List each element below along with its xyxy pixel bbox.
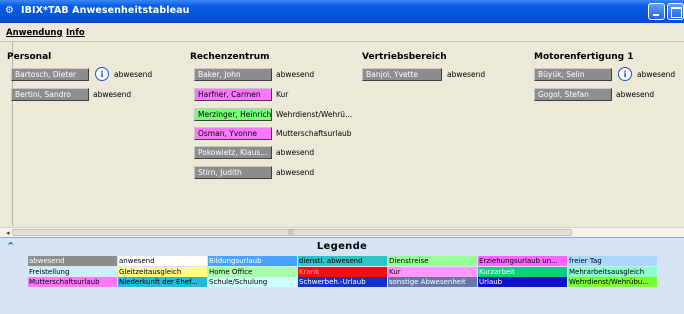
person-name-button[interactable]: Merzinger, Heinrich	[194, 108, 272, 121]
column-title-rechenzentrum: Rechenzentrum	[190, 52, 270, 62]
legend-item: Urlaub	[478, 277, 567, 287]
person-status: abwesend	[114, 70, 153, 79]
legend-item: Schwerbeh.-Urlaub	[298, 277, 387, 287]
horizontal-scrollbar[interactable]: ◂ |||	[0, 227, 684, 237]
legend-item: abwesend	[28, 256, 117, 266]
legend-item: Schule/Schulung	[208, 277, 297, 287]
legend-item: Gleitzeitausgleich	[118, 266, 207, 277]
legend-item: Mehrarbeitsausgleich	[568, 266, 657, 277]
gear-icon: ⚙	[5, 5, 14, 16]
legend-item: dienstl. abwesend	[298, 256, 387, 266]
legend-item: Niederkunft der Ehef...	[118, 277, 207, 287]
menu-bar: Anwendung Info	[0, 23, 684, 42]
person-name-button[interactable]: Stirn, Judith	[194, 166, 272, 179]
menu-info[interactable]: Info	[66, 28, 85, 38]
person-name-button[interactable]: Pokowietz, Klaus...	[194, 146, 272, 159]
person-name-button[interactable]: Gogol, Stefan	[534, 88, 612, 101]
legend-item: Mutterschaftsurlaub	[28, 277, 117, 287]
person-name-button[interactable]: Büyük, Selin	[534, 68, 612, 81]
column-title-personal: Personal	[7, 52, 52, 62]
person-status: abwesend	[276, 168, 315, 177]
legend-panel: ⌃ Legende abwesend anwesend Bildungsurlaub…	[0, 237, 684, 314]
legend-item: Home Office	[208, 266, 297, 277]
person-status: abwesend	[637, 70, 676, 79]
attendance-board: Personal Bartosch, Dieter i abwesend Ber…	[7, 42, 684, 226]
person-name-button[interactable]: Harfner, Carmen	[194, 88, 272, 101]
legend-item: Kurzarbeit	[478, 266, 567, 277]
scroll-left-arrow-icon[interactable]: ◂	[6, 229, 10, 237]
legend-item: Freistellung	[28, 266, 117, 277]
legend-item: freier Tag	[568, 256, 657, 266]
scrollbar-grip-icon: |||	[288, 229, 295, 236]
legend-item: Kur	[388, 266, 477, 277]
info-icon[interactable]: i	[95, 67, 109, 81]
legend-item: Erziehungsurlaub un...	[478, 256, 567, 266]
menu-anwendung[interactable]: Anwendung	[6, 28, 63, 38]
person-status: abwesend	[93, 90, 132, 99]
title-bar[interactable]: ⚙ IBIX*TAB Anwesenheitstableau	[0, 0, 684, 23]
person-status: abwesend	[276, 148, 315, 157]
person-status: abwesend	[276, 70, 315, 79]
person-status: abwesend	[616, 90, 655, 99]
person-status: Kur	[276, 90, 289, 99]
minimize-button[interactable]	[648, 3, 665, 20]
person-name-button[interactable]: Osman, Yvonne	[194, 127, 272, 140]
legend-item: sonstige Abwesenheit	[388, 277, 477, 287]
window-title: IBIX*TAB Anwesenheitstableau	[21, 5, 190, 16]
legend-title: Legende	[316, 241, 368, 252]
legend-item: Bildungsurlaub	[208, 256, 297, 266]
info-icon[interactable]: i	[618, 67, 632, 81]
person-status: Mutterschaftsurlaub	[276, 129, 352, 138]
person-name-button[interactable]: Baker, John	[194, 68, 272, 81]
legend-item: Wehrdienst/Wehrübu...	[568, 277, 657, 287]
column-title-vertriebsbereich: Vertriebsbereich	[362, 52, 447, 62]
person-name-button[interactable]: Banjol, Yvette	[362, 68, 442, 81]
legend-item: Krank	[298, 266, 387, 277]
legend-item: Dienstreise	[388, 256, 477, 266]
person-status: Wehrdienst/Wehrü...	[276, 110, 353, 119]
person-name-button[interactable]: Bartosch, Dieter	[11, 68, 89, 81]
person-status: abwesend	[447, 70, 486, 79]
person-name-button[interactable]: Bertini, Sandro	[11, 88, 89, 101]
column-title-motorenfertigung: Motorenfertigung 1	[534, 52, 634, 62]
maximize-button[interactable]	[667, 3, 684, 20]
legend-item: anwesend	[118, 256, 207, 266]
